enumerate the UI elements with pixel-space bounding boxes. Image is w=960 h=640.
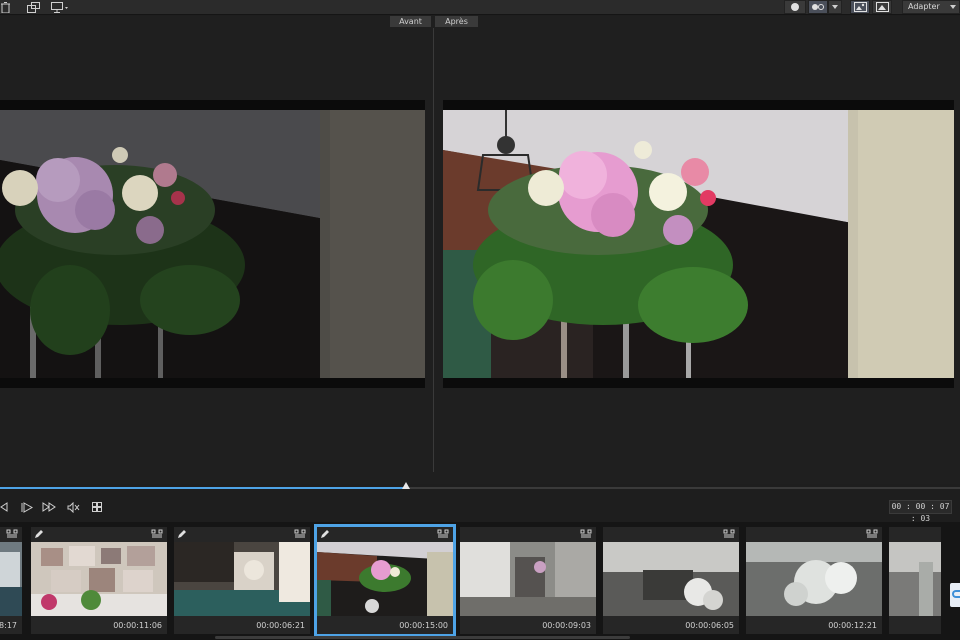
effects-icon [294,529,306,538]
before-preview-image [0,100,425,388]
circle-icon [791,3,799,11]
mute-icon[interactable] [66,500,80,514]
clip-duration: 00:00:06:21 [174,618,310,634]
previous-frame-icon[interactable] [0,500,10,514]
playback-progress-fill [0,487,407,489]
view-mode-dropdown[interactable] [828,0,842,14]
top-toolbar: Adapter [0,0,960,15]
clip-thumbnail[interactable]: 00:00:11:06 [31,527,167,634]
split-view-button[interactable] [808,0,828,14]
effects-icon [580,529,592,538]
clip-thumbnail[interactable]: 00:00:12:21 [746,527,882,634]
window-icon[interactable] [26,1,40,13]
image-icon [875,2,889,12]
chevron-down-icon [950,5,956,9]
clip-duration: 00:00:09:03 [460,618,596,634]
single-image-button[interactable] [872,0,892,14]
clip-preview-image [174,542,310,616]
timecode-display: 00 : 00 : 07 : 03 [889,500,952,523]
effects-icon [437,529,449,538]
clip-thumbnail[interactable] [889,527,941,634]
single-view-button[interactable] [784,0,806,14]
clip-thumbnail[interactable]: 18:17 [0,527,22,634]
chevron-down-icon [832,5,838,9]
clip-duration: 18:17 [0,618,22,634]
tab-after[interactable]: Après [435,16,478,27]
grid-icon[interactable] [90,500,104,514]
clip-preview-image [0,542,22,616]
photo-video-editor: Adapter Avant Après 00: 00: 07: 03 8:… [0,0,960,640]
trash-icon[interactable] [0,1,10,13]
helper-widget-icon[interactable] [950,583,960,607]
pencil-icon [35,530,43,538]
clip-preview-image [603,542,739,616]
clip-thumbnail-selected[interactable]: 00:00:15:00 [314,524,456,637]
compare-divider[interactable] [433,28,434,472]
fast-forward-icon[interactable] [42,500,56,514]
clip-duration: 00:00:06:05 [603,618,739,634]
effects-icon [6,529,18,538]
effects-icon [723,529,735,538]
clip-duration: 00:00:11:06 [31,618,167,634]
monitor-icon[interactable] [50,1,70,13]
clip-duration: 00:00:12:21 [746,618,882,634]
effects-icon [866,529,878,538]
zoom-fit-dropdown[interactable]: Adapter [902,0,960,14]
playback-progress-track[interactable] [0,482,960,489]
playback-scrubber-handle[interactable] [402,482,411,489]
clip-preview-image [460,542,596,616]
pencil-icon [178,530,186,538]
clip-thumbnail[interactable]: 00:00:06:21 [174,527,310,634]
pencil-icon [321,530,329,538]
clip-preview-image [746,542,882,616]
clip-preview-image [31,542,167,616]
play-icon[interactable] [20,500,34,514]
zoom-fit-label: Adapter [908,2,940,11]
effects-icon [151,529,163,538]
filmstrip-scrollbar[interactable] [215,636,630,639]
split-circle-icon [812,4,824,10]
transport-controls [0,496,960,518]
tab-before[interactable]: Avant [390,16,431,27]
clip-duration: 00:00:15:00 [317,618,453,634]
clip-thumbnail[interactable]: 00:00:09:03 [460,527,596,634]
clip-preview-image [889,542,941,616]
compare-images-button[interactable] [850,0,870,14]
filmstrip: 18:17 00:00:11:06 00:00:06:21 [0,522,960,640]
images-icon [853,2,867,12]
clip-duration [889,618,941,634]
after-preview-image [443,100,954,388]
clip-thumbnail[interactable]: 00:00:06:05 [603,527,739,634]
clip-preview-image [317,542,453,616]
